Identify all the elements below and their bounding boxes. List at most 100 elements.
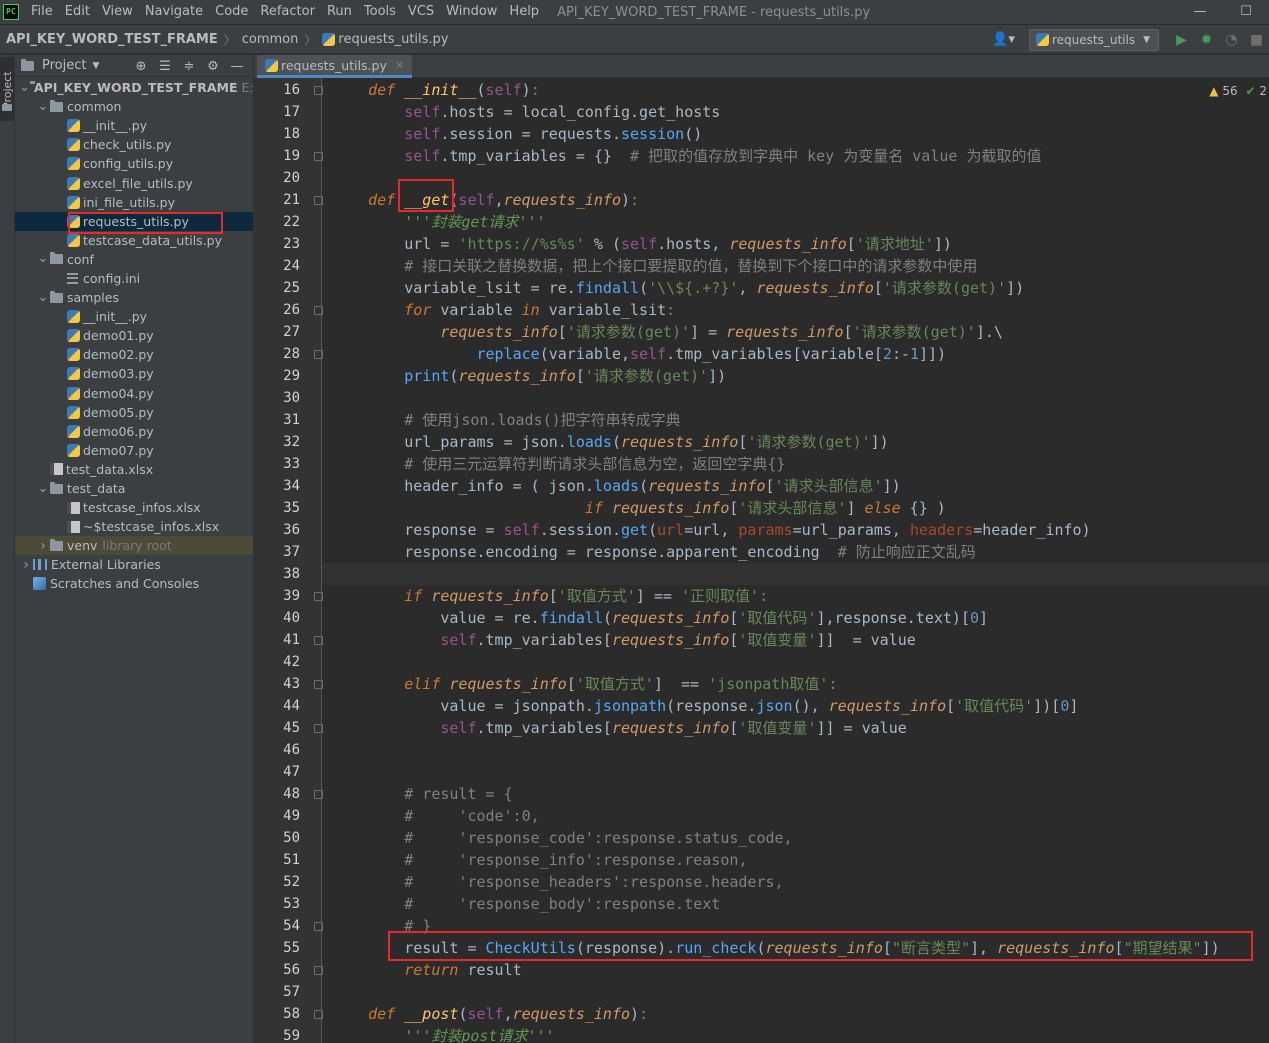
tree-item[interactable]: testcase_data_utils.py — [15, 231, 253, 250]
tree-item[interactable]: demo01.py — [15, 326, 253, 345]
code-line[interactable]: 17 self.hosts = local_config.get_hosts — [283, 101, 1269, 123]
breadcrumb-file[interactable]: requests_utils.py — [338, 32, 448, 47]
tree-item[interactable]: ini_file_utils.py — [15, 193, 253, 212]
tree-item[interactable]: demo05.py — [15, 403, 253, 422]
tree-item[interactable]: __init__.py — [15, 307, 253, 326]
fold-marker-icon[interactable] — [314, 152, 323, 161]
tree-item[interactable]: demo02.py — [15, 345, 253, 364]
tree-item[interactable]: › venv library root — [15, 536, 253, 556]
code-line[interactable]: 29 print(requests_info['请求参数(get)']) — [283, 365, 1269, 387]
code-line[interactable]: 25 variable_lsit = re.findall('\\${.+?}'… — [283, 277, 1269, 299]
chevron-down-icon[interactable]: ⌄ — [36, 252, 50, 265]
code-line[interactable]: 36 response = self.session.get(url=url, … — [283, 519, 1269, 541]
code-line[interactable]: 22 '''封装get请求''' — [283, 211, 1269, 233]
code-line[interactable]: 28 replace(variable,self.tmp_variables[v… — [283, 343, 1269, 365]
code-line[interactable]: 41 self.tmp_variables[requests_info['取值变… — [283, 629, 1269, 651]
tree-item[interactable]: __init__.py — [15, 116, 253, 135]
project-tool-tab[interactable]: Project — [0, 57, 14, 121]
gear-icon[interactable]: ⚙ — [201, 59, 225, 74]
code-line[interactable]: 38 — [283, 563, 1269, 585]
code-line[interactable]: 39 if requests_info['取值方式'] == '正则取值': — [283, 585, 1269, 607]
chevron-down-icon[interactable]: ▼ — [92, 61, 99, 71]
code-line[interactable]: 40 value = re.findall(requests_info['取值代… — [283, 607, 1269, 629]
code-line[interactable]: 31 # 使用json.loads()把字符串转成字典 — [283, 409, 1269, 431]
tree-item[interactable]: test_data.xlsx — [15, 460, 253, 479]
fold-marker-icon[interactable] — [314, 922, 323, 931]
fold-marker-icon[interactable] — [314, 790, 323, 799]
menu-navigate[interactable]: Navigate — [139, 0, 209, 24]
tree-item[interactable]: demo07.py — [15, 441, 253, 460]
code-line[interactable]: 24 # 接口关联之替换数据，把上个接口要提取的值，替换到下个接口中的请求参数中… — [283, 255, 1269, 277]
fold-marker-icon[interactable] — [314, 196, 323, 205]
breadcrumb-folder[interactable]: common — [242, 32, 299, 47]
code-line[interactable]: 27 requests_info['请求参数(get)'] = requests… — [283, 321, 1269, 343]
code-line[interactable]: 18 self.session = requests.session() — [283, 123, 1269, 145]
inspection-widget[interactable]: ▲ 56 ✔ 2 — [1209, 84, 1267, 98]
code-line[interactable]: 54 # } — [283, 915, 1269, 937]
code-line[interactable]: 26 for variable in variable_lsit: — [283, 299, 1269, 321]
code-line[interactable]: 56 return result — [283, 959, 1269, 981]
code-line[interactable]: 55 result = CheckUtils(response).run_che… — [283, 937, 1269, 959]
chevron-down-icon[interactable]: ⌄ — [36, 291, 50, 304]
minimize-button[interactable]: — — [1177, 0, 1223, 24]
tree-item[interactable]: Scratches and Consoles — [15, 574, 253, 593]
fold-marker-icon[interactable] — [314, 350, 323, 359]
collapse-all-icon[interactable]: ≑ — [177, 59, 201, 74]
tree-item[interactable]: requests_utils.py — [15, 211, 253, 231]
tree-item[interactable]: › External Libraries — [15, 555, 253, 574]
tree-item[interactable]: demo03.py — [15, 364, 253, 383]
menu-vcs[interactable]: VCS — [402, 0, 440, 24]
chevron-down-icon[interactable]: ⌄ — [36, 482, 50, 495]
tree-item[interactable]: excel_file_utils.py — [15, 173, 253, 192]
code-line[interactable]: 48 # result = { — [283, 783, 1269, 805]
code-line[interactable]: 43 elif requests_info['取值方式'] == 'jsonpa… — [283, 673, 1269, 695]
fold-marker-icon[interactable] — [314, 724, 323, 733]
code-line[interactable]: 42 — [283, 651, 1269, 673]
fold-marker-icon[interactable] — [314, 966, 323, 975]
code-line[interactable]: 37 response.encoding = response.apparent… — [283, 541, 1269, 563]
tree-item[interactable]: demo06.py — [15, 422, 253, 441]
tree-item[interactable]: check_utils.py — [15, 135, 253, 154]
code-line[interactable]: 50 # 'response_code':response.status_cod… — [283, 827, 1269, 849]
code-line[interactable]: 34 header_info = ( json.loads(requests_i… — [283, 475, 1269, 497]
expand-all-icon[interactable]: ☰ — [153, 59, 177, 74]
locate-icon[interactable]: ⊕ — [129, 59, 153, 74]
tree-item[interactable]: ~$testcase_infos.xlsx — [15, 517, 253, 536]
fold-marker-icon[interactable] — [314, 592, 323, 601]
menu-help[interactable]: Help — [503, 0, 545, 24]
tree-item[interactable]: ⌄ conf — [15, 250, 253, 269]
menu-view[interactable]: View — [96, 0, 139, 24]
close-icon[interactable]: ✕ — [395, 59, 404, 72]
code-line[interactable]: 59 '''封装post请求''' — [283, 1025, 1269, 1043]
tree-item[interactable]: ⌄ test_data — [15, 479, 253, 498]
coverage-icon[interactable]: ◔ — [1219, 32, 1244, 48]
fold-marker-icon[interactable] — [314, 306, 323, 315]
tree-item[interactable]: testcase_infos.xlsx — [15, 498, 253, 517]
menu-refactor[interactable]: Refactor — [254, 0, 321, 24]
code-line[interactable]: 23 url = 'https://%s%s' % (self.hosts, r… — [283, 233, 1269, 255]
chevron-down-icon[interactable]: ⌄ — [19, 81, 30, 94]
chevron-down-icon[interactable]: ⌄ — [36, 100, 50, 113]
code-line[interactable]: 45 self.tmp_variables[requests_info['取值变… — [283, 717, 1269, 739]
tree-item[interactable]: demo04.py — [15, 384, 253, 403]
code-line[interactable]: 21 def __get(self,requests_info): — [283, 189, 1269, 211]
code-line[interactable]: 44 value = jsonpath.jsonpath(response.js… — [283, 695, 1269, 717]
tree-item[interactable]: ⌄ samples — [15, 288, 253, 307]
code-line[interactable]: 20 — [283, 167, 1269, 189]
code-editor[interactable]: 16 def __init__(self): 17 self.hosts = lo… — [254, 78, 1269, 1043]
maximize-button[interactable]: ☐ — [1223, 0, 1269, 24]
stop-icon[interactable]: ■ — [1244, 32, 1269, 48]
code-line[interactable]: 58 def __post(self,requests_info): — [283, 1003, 1269, 1025]
tree-item[interactable]: config.ini — [15, 269, 253, 288]
menu-window[interactable]: Window — [440, 0, 503, 24]
code-line[interactable]: 33 # 使用三元运算符判断请求头部信息为空，返回空字典{} — [283, 453, 1269, 475]
code-line[interactable]: 52 # 'response_headers':response.headers… — [283, 871, 1269, 893]
chevron-right-icon[interactable]: › — [19, 557, 33, 573]
code-line[interactable]: 46 — [283, 739, 1269, 761]
menu-run[interactable]: Run — [321, 0, 358, 24]
project-panel-title[interactable]: Project — [42, 58, 86, 73]
code-line[interactable]: 51 # 'response_info':response.reason, — [283, 849, 1269, 871]
code-line[interactable]: 53 # 'response_body':response.text — [283, 893, 1269, 915]
tree-item[interactable]: config_utils.py — [15, 154, 253, 173]
debug-icon[interactable]: ✹ — [1194, 32, 1219, 48]
